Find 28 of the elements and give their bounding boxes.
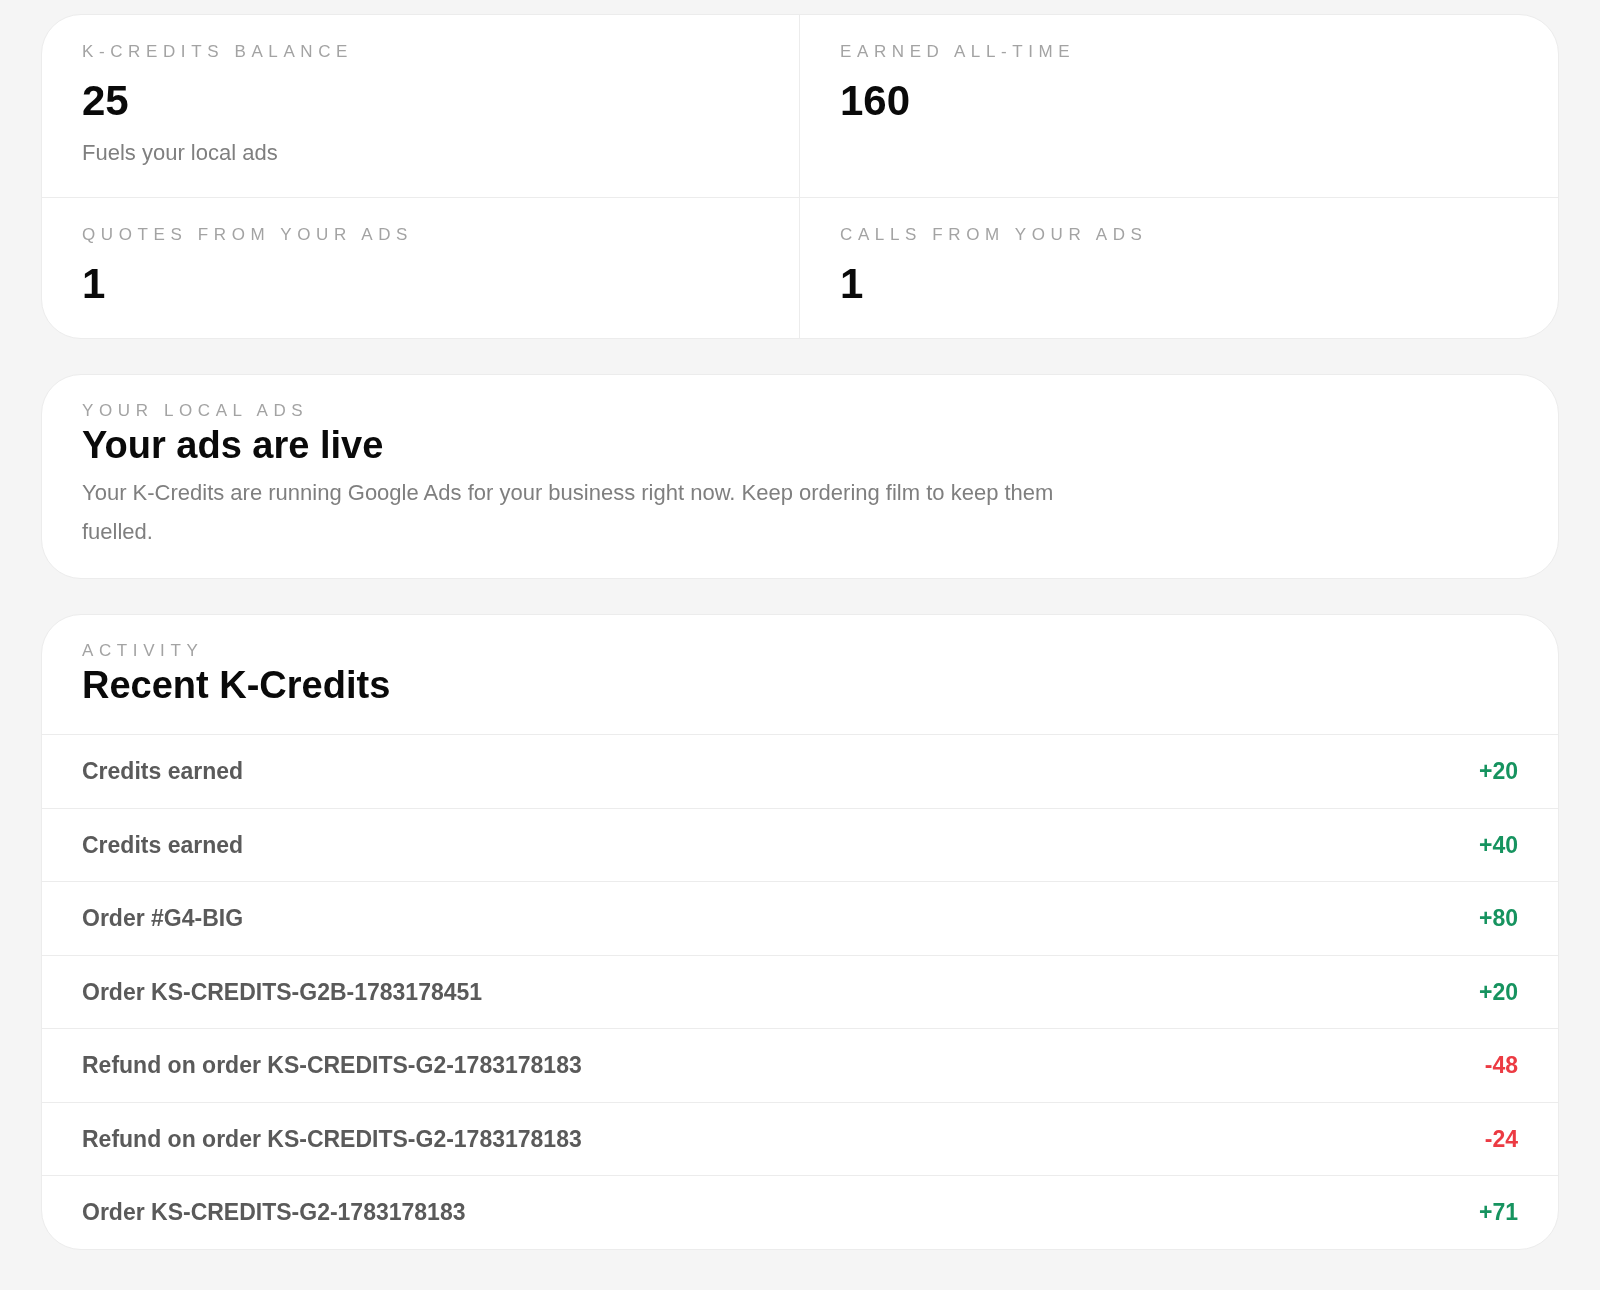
- section-eyebrow: ACTIVITY: [82, 641, 204, 661]
- stat-label: CALLS FROM YOUR ADS: [840, 225, 1148, 245]
- section-title: Recent K-Credits: [82, 663, 391, 707]
- transaction-amount: -48: [1484, 1051, 1518, 1081]
- section-title: Your ads are live: [82, 423, 384, 467]
- transaction-amount: +20: [1479, 977, 1518, 1007]
- stat-note: Fuels your local ads: [82, 139, 278, 167]
- stat-label: EARNED ALL-TIME: [840, 42, 1076, 62]
- transaction-amount: -24: [1484, 1124, 1518, 1154]
- stat-label: QUOTES FROM YOUR ADS: [82, 225, 414, 245]
- transaction-amount: +80: [1479, 904, 1518, 934]
- transaction-description: Order KS-CREDITS-G2B-1783178451: [82, 977, 483, 1007]
- stat-value: 1: [840, 260, 864, 308]
- transaction-description: Refund on order KS-CREDITS-G2-1783178183: [82, 1051, 582, 1081]
- stat-value: 160: [840, 77, 911, 125]
- transaction-amount: +40: [1479, 830, 1518, 860]
- transaction-description: Credits earned: [82, 757, 244, 787]
- section-description: Your K-Credits are running Google Ads for your business right now. Keep ordering film to keep them fuelled.: [82, 479, 1055, 546]
- transaction-amount: +71: [1479, 1198, 1518, 1228]
- transaction-description: Order KS-CREDITS-G2-1783178183: [82, 1198, 466, 1228]
- stat-label: K-CREDITS BALANCE: [82, 42, 354, 62]
- transaction-description: Credits earned: [82, 830, 244, 860]
- transaction-description: Refund on order KS-CREDITS-G2-1783178183: [82, 1124, 582, 1154]
- transaction-description: Order #G4-BIG: [82, 904, 244, 934]
- transaction-amount: +20: [1479, 757, 1518, 787]
- stat-value: 25: [82, 77, 129, 125]
- section-eyebrow: YOUR LOCAL ADS: [82, 401, 309, 421]
- stat-value: 1: [82, 260, 106, 308]
